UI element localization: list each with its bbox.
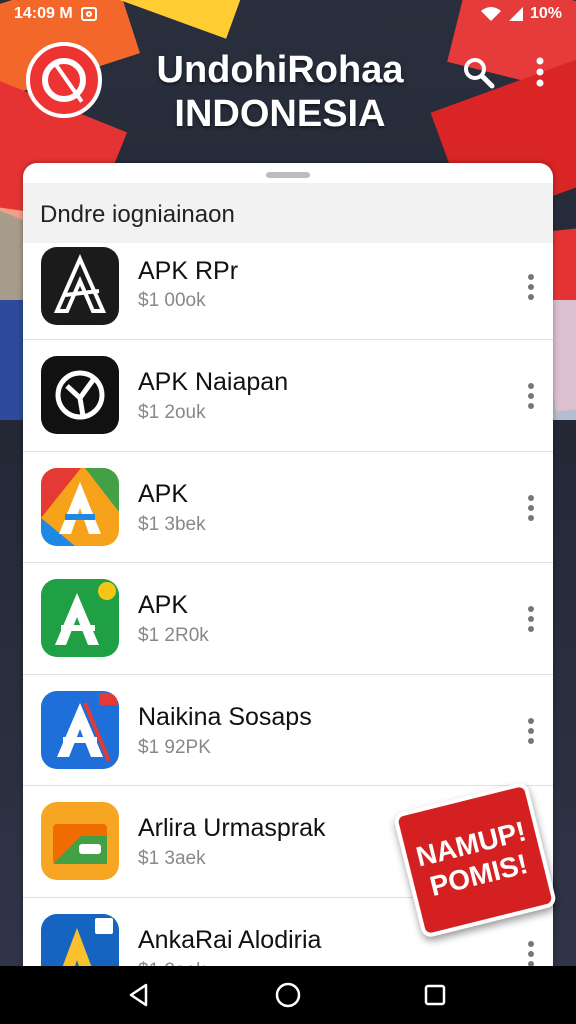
signal-icon <box>508 7 523 21</box>
system-nav-bar <box>0 966 576 1024</box>
battery-level: 10% <box>529 5 562 22</box>
app-clock-dark-icon <box>41 356 119 434</box>
recents-button[interactable] <box>420 980 450 1010</box>
list-item[interactable]: APK $1 2R0k <box>23 563 553 675</box>
app-name: APK <box>138 479 189 508</box>
list-item[interactable]: APK $1 3bek <box>23 452 553 563</box>
item-more-button[interactable] <box>519 711 543 751</box>
item-more-button[interactable] <box>519 376 543 416</box>
app-name: APK <box>138 591 189 619</box>
app-name: AnkaRai Alodiria <box>138 925 322 954</box>
target-logo-icon <box>26 42 102 118</box>
sheet-title: Dndre iogniainaon <box>23 183 553 243</box>
app-header: UndohiRohaa INDONESIA <box>0 34 576 154</box>
app-a-blue-icon <box>41 690 119 769</box>
app-size: $1 2ouk <box>138 402 206 423</box>
app-size: $1 3bek <box>138 513 206 535</box>
app-size: $1 00ok <box>138 290 206 311</box>
app-name: Arlira Urmasprak <box>138 814 326 842</box>
title-line-2: INDONESIA <box>174 93 386 135</box>
back-button[interactable] <box>124 980 154 1010</box>
app-name: APK Naiapan <box>138 368 289 396</box>
item-more-button[interactable] <box>519 488 543 528</box>
list-item[interactable]: APK Naiapan $1 2ouk <box>23 340 553 452</box>
home-icon <box>275 982 301 1008</box>
home-button[interactable] <box>273 980 303 1010</box>
search-icon <box>464 58 495 89</box>
back-icon <box>129 983 148 1007</box>
search-button[interactable] <box>458 52 498 92</box>
wifi-icon <box>480 7 501 21</box>
app-a-green-icon <box>41 579 119 657</box>
app-size: $1 92PK <box>138 736 211 758</box>
drag-handle[interactable] <box>266 172 310 178</box>
app-size: $1 3aek <box>138 848 206 869</box>
status-bar: 14:09 M 10% <box>0 0 576 28</box>
status-time: 14:09 M <box>14 5 73 22</box>
app-size: $1 2R0k <box>138 625 209 646</box>
app-folder-orange-icon <box>41 802 119 880</box>
list-item[interactable]: Naikina Sosaps $1 92PK <box>23 675 553 786</box>
more-vert-icon <box>536 57 544 87</box>
camera-icon <box>80 7 97 21</box>
item-more-button[interactable] <box>519 599 543 639</box>
app-name: APK RPr <box>138 257 239 285</box>
app-a-dark-icon <box>41 247 119 325</box>
app-a-multicolor-icon <box>41 467 119 546</box>
app-name: Naikina Sosaps <box>138 702 312 731</box>
more-options-button[interactable] <box>520 52 560 92</box>
title-line-1: UndohiRohaa <box>156 49 404 91</box>
recents-icon <box>424 984 446 1006</box>
page-title: UndohiRohaa INDONESIA <box>120 48 440 136</box>
list-item[interactable]: APK RPr $1 00ok <box>23 243 553 340</box>
item-more-button[interactable] <box>519 267 543 307</box>
